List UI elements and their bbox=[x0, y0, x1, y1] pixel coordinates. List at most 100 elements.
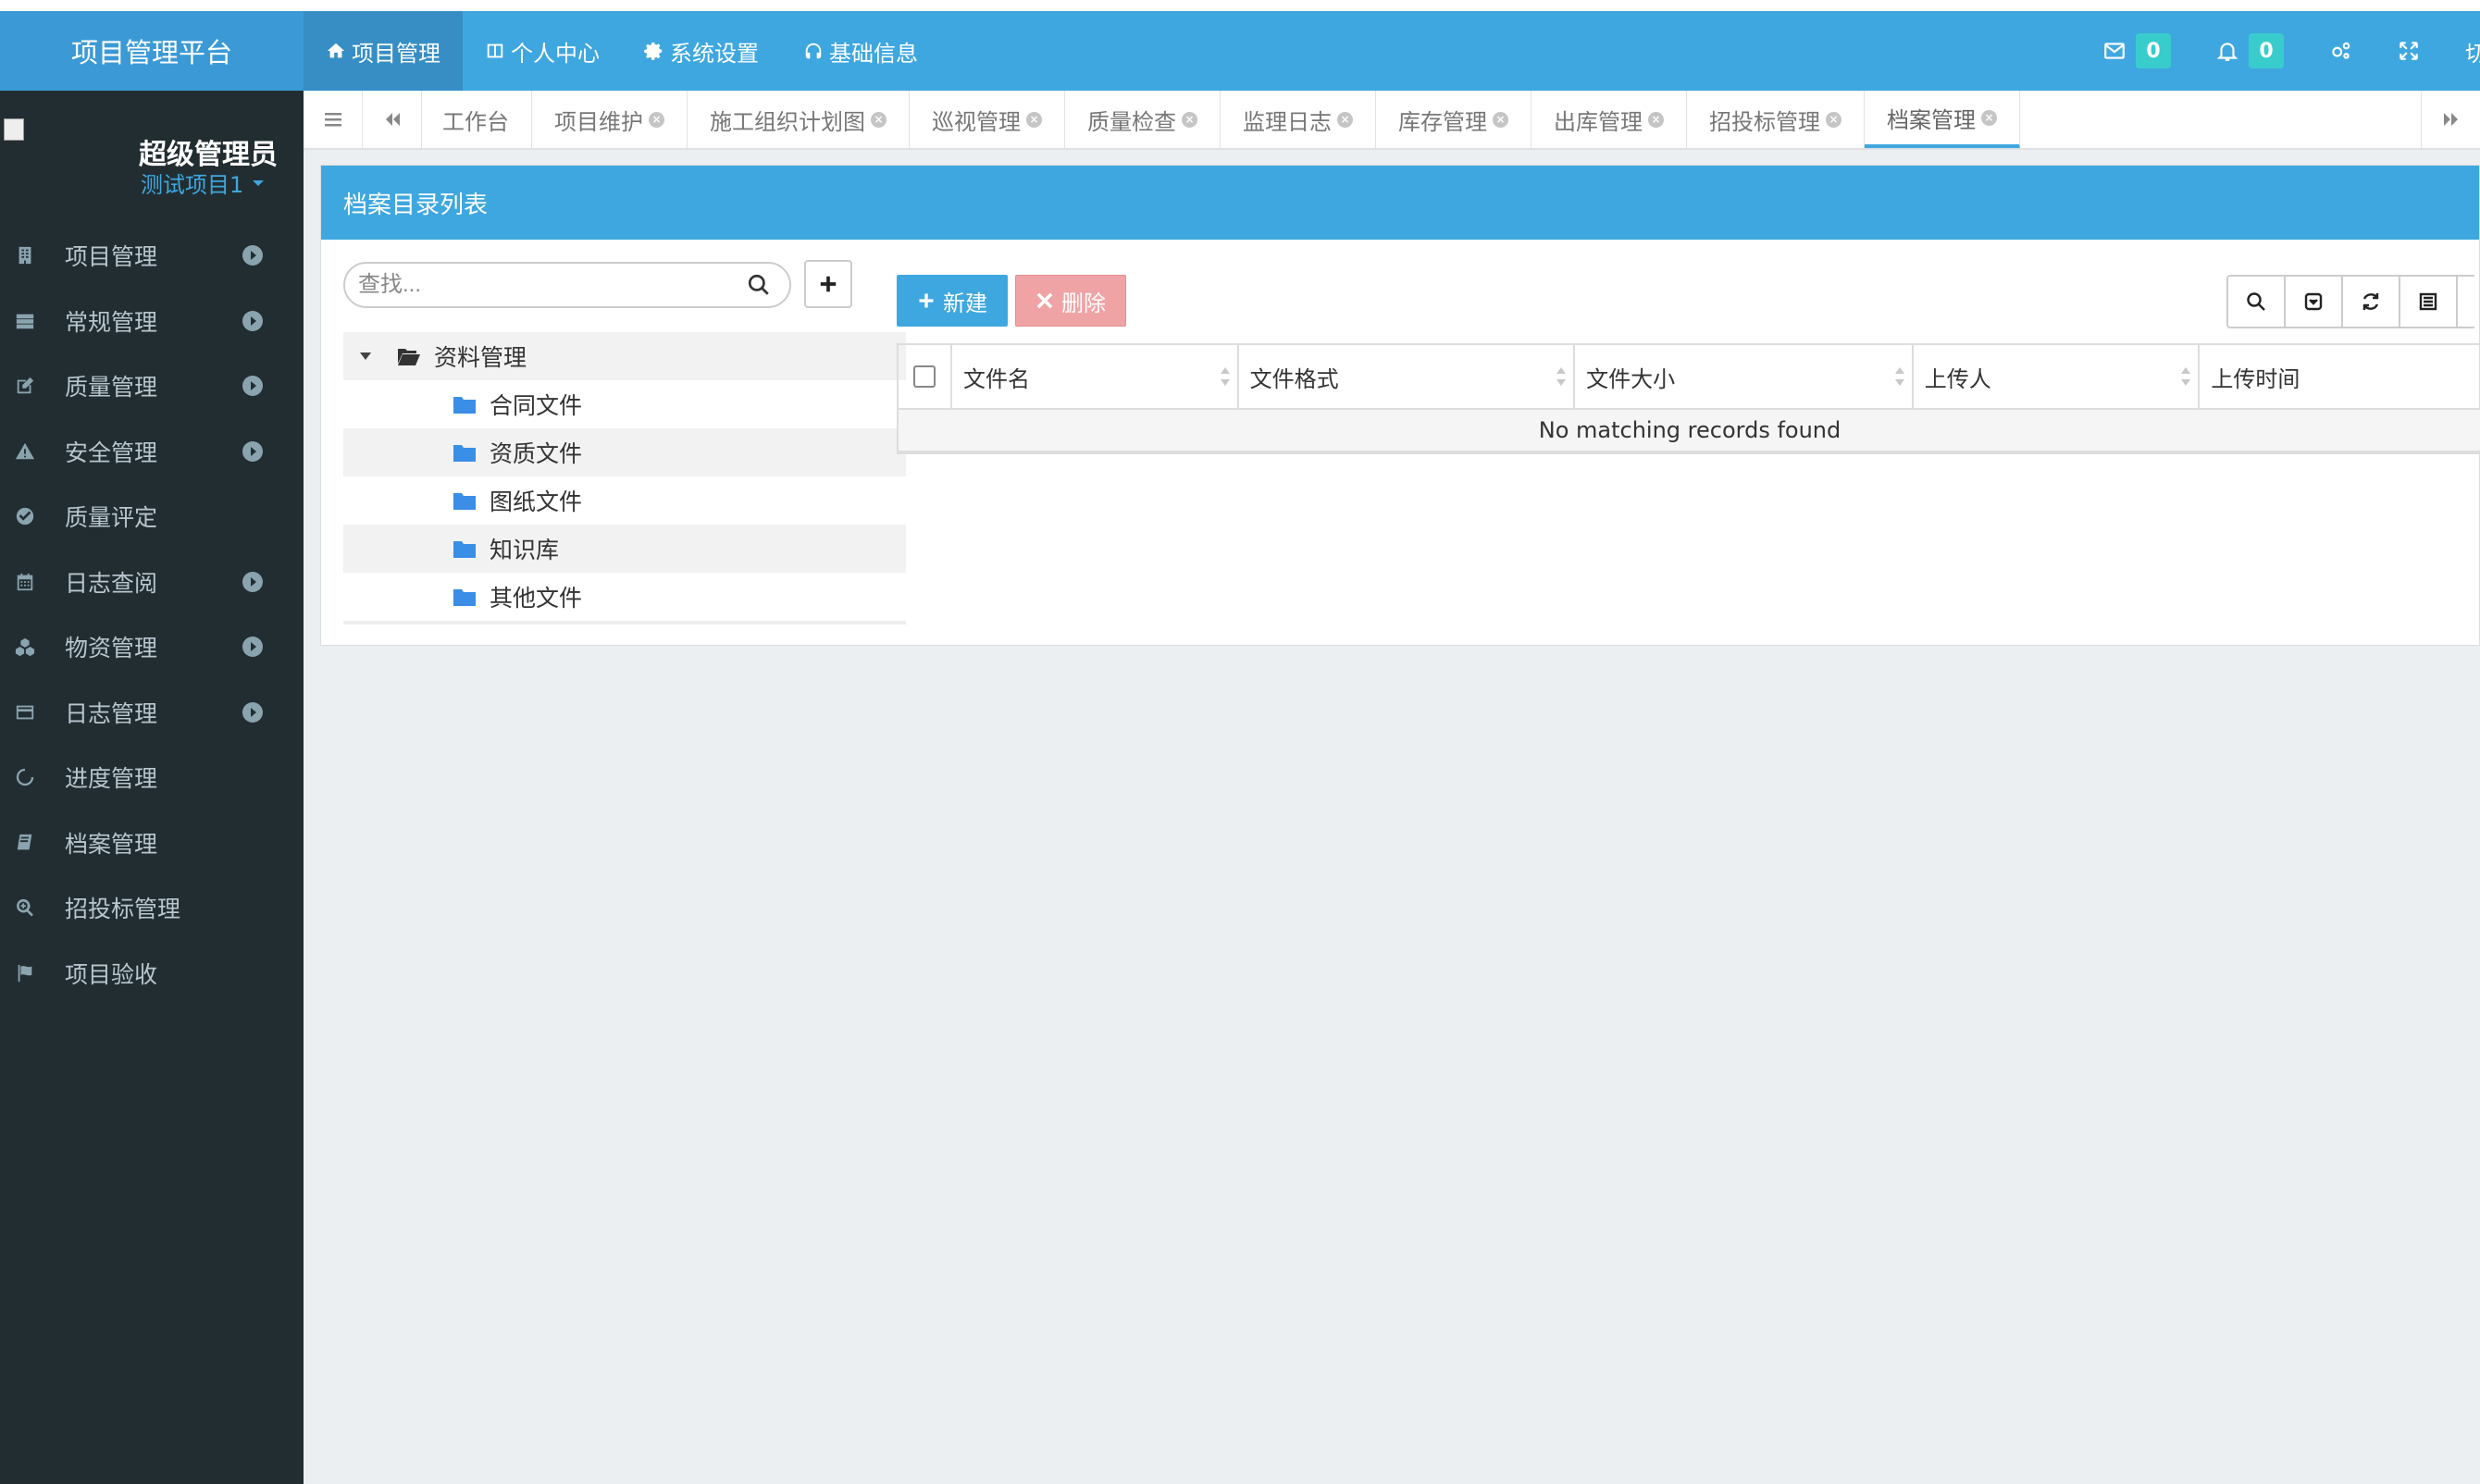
tree-search-input[interactable] bbox=[358, 272, 747, 298]
fullscreen-button[interactable] bbox=[2375, 11, 2443, 91]
table-toolbar bbox=[2226, 275, 2474, 328]
gear-icon bbox=[644, 42, 663, 60]
brand-title[interactable]: 项目管理平台 bbox=[0, 11, 304, 91]
sidebar-item-label: 日志查阅 bbox=[65, 569, 158, 597]
table-export-button[interactable] bbox=[2456, 275, 2474, 328]
topnav-basic-info[interactable]: 基础信息 bbox=[781, 11, 940, 91]
user-panel: 超级管理员 测试项目1 bbox=[0, 91, 304, 211]
search-plus-icon bbox=[15, 897, 35, 918]
switch-button[interactable]: 切 bbox=[2443, 11, 2480, 91]
warning-icon bbox=[15, 441, 35, 462]
notifications-button[interactable]: 0 bbox=[2193, 11, 2306, 91]
sidebar-toggle-button[interactable] bbox=[304, 91, 363, 148]
sidebar-item-archive-management[interactable]: 档案管理 bbox=[0, 810, 304, 876]
table-refresh-button[interactable] bbox=[2341, 275, 2400, 328]
tree-node-child[interactable]: 合同文件 bbox=[343, 380, 906, 428]
close-icon[interactable]: × bbox=[1182, 111, 1197, 128]
new-button-label: 新建 bbox=[943, 290, 987, 316]
table-columns-button[interactable] bbox=[2399, 275, 2458, 328]
delete-button[interactable]: 删除 bbox=[1015, 275, 1126, 327]
add-folder-button[interactable] bbox=[804, 260, 852, 308]
folder-icon bbox=[453, 589, 476, 606]
tree-node-root[interactable]: 资料管理 bbox=[343, 332, 906, 380]
sidebar-item-bidding-management[interactable]: 招投标管理 bbox=[0, 875, 304, 941]
archive-table: 文件名 文件格式 文件大小 上传人 上传时间 No matching recor… bbox=[897, 343, 2480, 454]
topnav-project-management[interactable]: 项目管理 bbox=[304, 11, 463, 91]
column-header-filename[interactable]: 文件名 bbox=[952, 345, 1239, 408]
sidebar-item-progress-management[interactable]: 进度管理 bbox=[0, 745, 304, 810]
sidebar-item-label: 档案管理 bbox=[65, 830, 158, 858]
sidebar-item-log-review[interactable]: 日志查阅 bbox=[0, 550, 304, 615]
close-icon[interactable]: × bbox=[1981, 109, 1997, 126]
tab-inspection-management[interactable]: 巡视管理 × bbox=[910, 91, 1065, 148]
bell-icon bbox=[2216, 43, 2238, 61]
sidebar-item-material-management[interactable]: 物资管理 bbox=[0, 614, 304, 680]
tab-outbound-management[interactable]: 出库管理 × bbox=[1531, 91, 1687, 148]
column-header-uploader[interactable]: 上传人 bbox=[1914, 345, 2201, 408]
column-header-upload-time[interactable]: 上传时间 bbox=[2200, 345, 2480, 408]
column-header-size[interactable]: 文件大小 bbox=[1575, 345, 1914, 408]
scroll-tabs-right-button[interactable] bbox=[2421, 91, 2480, 148]
close-icon[interactable]: × bbox=[871, 111, 887, 128]
tab-quality-check[interactable]: 质量检查 × bbox=[1065, 91, 1221, 148]
tab-label: 工作台 bbox=[442, 108, 509, 135]
close-icon[interactable]: × bbox=[649, 111, 664, 128]
sidebar-item-safety-management[interactable]: 安全管理 bbox=[0, 419, 304, 485]
sidebar-item-project-acceptance[interactable]: 项目验收 bbox=[0, 941, 304, 1007]
project-switcher[interactable]: 测试项目1 bbox=[141, 167, 265, 199]
table-header: 文件名 文件格式 文件大小 上传人 上传时间 bbox=[899, 345, 2480, 410]
tree-node-child[interactable]: 知识库 bbox=[343, 525, 906, 573]
folder-open-icon bbox=[398, 349, 420, 365]
scroll-tabs-left-button[interactable] bbox=[363, 91, 422, 148]
tab-construction-plan[interactable]: 施工组织计划图 × bbox=[688, 91, 910, 148]
close-icon[interactable]: × bbox=[1026, 111, 1042, 128]
sidebar-item-quality-management[interactable]: 质量管理 bbox=[0, 353, 304, 419]
calendar-icon bbox=[15, 572, 35, 592]
sidebar-item-routine-management[interactable]: 常规管理 bbox=[0, 289, 304, 354]
tab-bidding-management[interactable]: 招投标管理 × bbox=[1687, 91, 1865, 148]
expand-icon bbox=[2399, 42, 2418, 60]
close-icon[interactable]: × bbox=[1648, 111, 1664, 128]
messages-button[interactable]: 0 bbox=[2080, 11, 2193, 91]
close-icon[interactable]: × bbox=[1493, 111, 1508, 128]
table-search-button[interactable] bbox=[2226, 275, 2286, 328]
tab-workbench[interactable]: 工作台 bbox=[420, 91, 532, 148]
folder-icon bbox=[453, 445, 476, 462]
collapse-triangle-icon[interactable] bbox=[360, 352, 371, 360]
table-toggle-button[interactable] bbox=[2284, 275, 2343, 328]
tab-inventory-management[interactable]: 库存管理 × bbox=[1376, 91, 1531, 148]
tab-label: 招投标管理 bbox=[1709, 108, 1820, 135]
search-icon[interactable] bbox=[747, 273, 771, 297]
cogs-icon bbox=[2332, 42, 2350, 59]
new-button[interactable]: 新建 bbox=[897, 275, 1008, 327]
chevron-right-icon bbox=[242, 571, 263, 592]
tab-supervision-log[interactable]: 监理日志 × bbox=[1221, 91, 1376, 148]
tree-node-child[interactable]: 图纸文件 bbox=[343, 476, 906, 525]
tree-node-child[interactable]: 其他文件 bbox=[343, 573, 906, 621]
sort-icon bbox=[1220, 367, 1230, 386]
close-icon[interactable]: × bbox=[1337, 111, 1353, 128]
close-icon[interactable]: × bbox=[1826, 111, 1841, 128]
column-header-format[interactable]: 文件格式 bbox=[1239, 345, 1576, 408]
tree-node-label: 资质文件 bbox=[490, 440, 583, 467]
tree-node-child[interactable]: 资质文件 bbox=[343, 428, 906, 476]
topnav-personal-center[interactable]: 个人中心 bbox=[463, 11, 622, 91]
panel-title: 档案目录列表 bbox=[321, 166, 2479, 240]
select-all-checkbox[interactable] bbox=[913, 365, 936, 388]
tab-project-maintenance[interactable]: 项目维护 × bbox=[532, 91, 688, 148]
sidebar-item-label: 招投标管理 bbox=[65, 896, 181, 923]
empty-table-message: No matching records found bbox=[899, 410, 2480, 452]
topnav-system-settings[interactable]: 系统设置 bbox=[622, 11, 781, 91]
chevron-right-icon bbox=[242, 310, 263, 331]
sidebar-item-quality-evaluation[interactable]: 质量评定 bbox=[0, 484, 304, 550]
double-chevron-right-icon bbox=[2443, 113, 2458, 126]
tree-node-label: 合同文件 bbox=[490, 392, 583, 419]
folder-icon bbox=[453, 397, 476, 414]
settings-cogs-button[interactable] bbox=[2306, 11, 2375, 91]
sidebar: 超级管理员 测试项目1 项目管理 常规管理 质量管理 安全管理 质量评定 日志查… bbox=[0, 91, 304, 1484]
sidebar-item-project-management[interactable]: 项目管理 bbox=[0, 223, 304, 289]
sidebar-item-log-management[interactable]: 日志管理 bbox=[0, 680, 304, 746]
sidebar-item-label: 物资管理 bbox=[65, 635, 158, 662]
tree-node-label: 其他文件 bbox=[490, 585, 583, 612]
tab-archive-management[interactable]: 档案管理 × bbox=[1865, 91, 2020, 148]
